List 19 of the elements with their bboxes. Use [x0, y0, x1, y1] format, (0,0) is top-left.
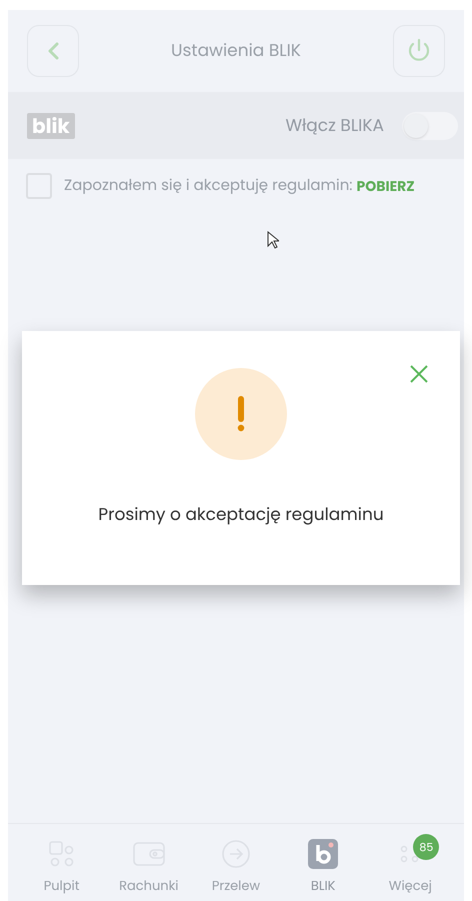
nav-tab[interactable]: Rachunki [108, 838, 189, 896]
nav-tab[interactable]: Pulpit [22, 838, 102, 896]
back-chevron-icon [47, 42, 59, 60]
mouse-cursor-icon [267, 231, 279, 249]
power-button[interactable] [392, 25, 445, 77]
blik-toggle[interactable] [402, 112, 458, 140]
download-link[interactable]: POBIERZ [356, 176, 415, 196]
blik-app-icon [308, 839, 338, 869]
dialog-message: Prosimy o akceptację regulaminu [98, 502, 384, 528]
nav-tab[interactable]: Przelew [196, 838, 276, 896]
notification-badge: 85 [413, 834, 440, 860]
back-button[interactable] [27, 25, 79, 77]
nav-tab[interactable]: BLIK [283, 838, 364, 896]
close-button[interactable] [408, 363, 430, 385]
terms-text: Zapoznałem się i akceptuję regulamin: [64, 174, 352, 198]
close-icon [410, 365, 428, 383]
page-title: Ustawienia BLIK [171, 38, 301, 64]
dots-icon [400, 844, 420, 864]
toggle-label: Włącz BLIKA [285, 112, 384, 138]
